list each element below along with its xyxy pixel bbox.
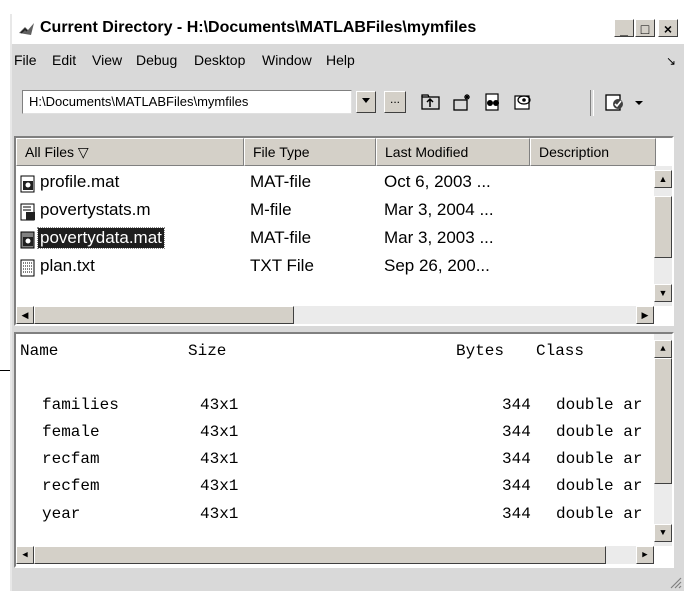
menu-debug[interactable]: Debug bbox=[136, 52, 177, 68]
scroll-left-button[interactable]: ◀ bbox=[16, 306, 34, 324]
var-bytes: 344 bbox=[502, 423, 531, 441]
file-type: TXT File bbox=[250, 256, 314, 275]
var-name: recfam bbox=[42, 450, 100, 468]
window-title: Current Directory - H:\Documents\MATLABF… bbox=[40, 19, 477, 36]
file-modified: Mar 3, 2003 ... bbox=[384, 228, 494, 247]
column-header-last-modified[interactable]: Last Modified bbox=[376, 138, 530, 166]
new-folder-icon[interactable] bbox=[452, 92, 474, 112]
var-class: double ar bbox=[556, 423, 643, 441]
preview-vertical-scrollbar[interactable]: ▲ ▼ bbox=[654, 334, 672, 546]
file-modified: Mar 3, 2004 ... bbox=[384, 200, 494, 219]
m-file-icon bbox=[20, 203, 35, 221]
file-type: MAT-file bbox=[250, 228, 312, 247]
file-list-panel: All Files ▽ File Type Last Modified Desc… bbox=[14, 136, 674, 326]
var-class: double ar bbox=[556, 396, 643, 414]
menu-window[interactable]: Window bbox=[262, 52, 312, 68]
var-class: double ar bbox=[556, 450, 643, 468]
menu-help[interactable]: Help bbox=[326, 52, 355, 68]
scroll-left-button[interactable]: ◀ bbox=[16, 546, 34, 564]
var-bytes: 344 bbox=[502, 396, 531, 414]
file-row[interactable]: profile.mat MAT-file Oct 6, 2003 ... bbox=[16, 170, 656, 198]
file-row[interactable]: povertystats.m M-file Mar 3, 2004 ... bbox=[16, 198, 656, 226]
preview-header-name: Name bbox=[20, 342, 59, 360]
column-header-file-type[interactable]: File Type bbox=[244, 138, 376, 166]
menu-file[interactable]: File bbox=[14, 52, 37, 68]
preview-header-bytes: Bytes bbox=[456, 342, 505, 360]
file-name: profile.mat bbox=[40, 172, 120, 191]
scroll-right-button[interactable]: ▶ bbox=[636, 546, 654, 564]
var-size: 43x1 bbox=[200, 396, 239, 414]
mat-file-icon bbox=[20, 175, 35, 193]
preview-header-class: Class bbox=[536, 342, 585, 360]
mat-file-icon bbox=[20, 231, 35, 249]
scroll-down-button[interactable]: ▼ bbox=[654, 524, 672, 542]
visdiff-icon[interactable] bbox=[512, 92, 534, 112]
file-list-horizontal-scrollbar[interactable]: ◀ ▶ bbox=[16, 306, 654, 324]
file-type: MAT-file bbox=[250, 172, 312, 191]
dock-icon[interactable]: ↘ bbox=[666, 54, 676, 68]
var-class: double ar bbox=[556, 505, 643, 523]
menu-edit[interactable]: Edit bbox=[52, 52, 76, 68]
find-files-icon[interactable] bbox=[482, 92, 504, 112]
toolbar: H:\Documents\MATLABFiles\mymfiles ... bbox=[12, 82, 684, 122]
scroll-thumb[interactable] bbox=[654, 196, 672, 258]
resize-grip-icon[interactable] bbox=[668, 575, 682, 589]
column-header-description[interactable]: Description bbox=[530, 138, 656, 166]
menu-desktop[interactable]: Desktop bbox=[194, 52, 245, 68]
browse-button[interactable]: ... bbox=[384, 91, 406, 113]
maximize-button[interactable]: □ bbox=[635, 19, 655, 37]
var-name: year bbox=[42, 505, 81, 523]
reports-dropdown-icon[interactable] bbox=[632, 92, 646, 112]
menu-bar: File Edit View Debug Desktop Window Help… bbox=[12, 50, 684, 72]
current-directory-field[interactable]: H:\Documents\MATLABFiles\mymfiles bbox=[22, 90, 352, 114]
file-row[interactable]: plan.txt TXT File Sep 26, 200... bbox=[16, 254, 656, 282]
scroll-right-button[interactable]: ▶ bbox=[636, 306, 654, 324]
reports-icon[interactable] bbox=[604, 92, 626, 112]
chevron-down-icon bbox=[362, 98, 370, 103]
preview-horizontal-scrollbar[interactable]: ◀ ▶ bbox=[16, 546, 654, 564]
var-size: 43x1 bbox=[200, 505, 239, 523]
scroll-thumb[interactable] bbox=[654, 358, 672, 484]
up-folder-icon[interactable] bbox=[420, 92, 442, 112]
scroll-up-button[interactable]: ▲ bbox=[654, 340, 672, 358]
file-type: M-file bbox=[250, 200, 292, 219]
title-bar[interactable]: Current Directory - H:\Documents\MATLABF… bbox=[12, 14, 684, 44]
file-name: povertystats.m bbox=[40, 200, 151, 219]
matlab-app-icon bbox=[19, 23, 34, 35]
var-size: 43x1 bbox=[200, 477, 239, 495]
var-name: recfem bbox=[42, 477, 100, 495]
close-button[interactable]: × bbox=[658, 19, 678, 37]
scroll-thumb[interactable] bbox=[34, 546, 606, 564]
file-row-selected[interactable]: povertydata.mat MAT-file Mar 3, 2003 ... bbox=[16, 226, 656, 254]
file-modified: Oct 6, 2003 ... bbox=[384, 172, 491, 191]
var-name: female bbox=[42, 423, 100, 441]
var-class: double ar bbox=[556, 477, 643, 495]
scroll-down-button[interactable]: ▼ bbox=[654, 284, 672, 302]
status-bar bbox=[12, 570, 684, 591]
var-size: 43x1 bbox=[200, 450, 239, 468]
menu-view[interactable]: View bbox=[92, 52, 122, 68]
minimize-button[interactable]: _ bbox=[614, 19, 634, 37]
current-directory-window: Current Directory - H:\Documents\MATLABF… bbox=[10, 14, 684, 591]
var-bytes: 344 bbox=[502, 505, 531, 523]
column-header-all-files[interactable]: All Files ▽ bbox=[16, 138, 244, 166]
file-name: povertydata.mat bbox=[37, 227, 165, 249]
var-name: families bbox=[42, 396, 119, 414]
txt-file-icon bbox=[20, 259, 35, 277]
toolbar-separator bbox=[590, 90, 594, 116]
file-preview-panel: Name Size Bytes Class families 43x1 344 … bbox=[14, 332, 674, 568]
file-list-vertical-scrollbar[interactable]: ▲ ▼ bbox=[654, 166, 672, 306]
var-bytes: 344 bbox=[502, 450, 531, 468]
scroll-thumb[interactable] bbox=[34, 306, 294, 324]
var-size: 43x1 bbox=[200, 423, 239, 441]
scroll-up-button[interactable]: ▲ bbox=[654, 170, 672, 188]
preview-header-size: Size bbox=[188, 342, 227, 360]
directory-dropdown-button[interactable] bbox=[356, 91, 376, 113]
var-bytes: 344 bbox=[502, 477, 531, 495]
file-name: plan.txt bbox=[40, 256, 95, 275]
file-modified: Sep 26, 200... bbox=[384, 256, 490, 275]
